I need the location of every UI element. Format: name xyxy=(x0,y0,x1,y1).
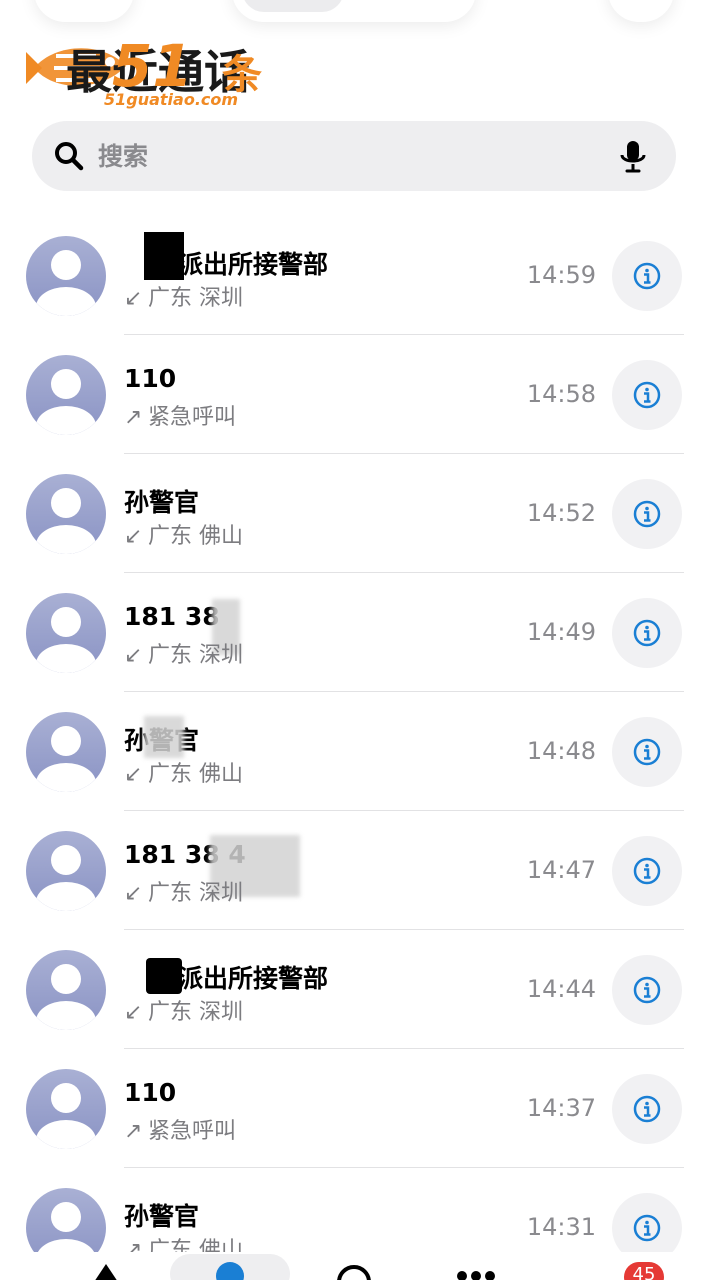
keypad-tab-icon[interactable] xyxy=(454,1262,498,1280)
segment-selected[interactable] xyxy=(242,0,344,12)
contact-avatar xyxy=(26,593,106,673)
call-row[interactable]: 181 38 ↙ 广东 深圳 14:49 xyxy=(0,573,708,692)
incoming-arrow-icon: ↙ xyxy=(124,524,143,549)
call-subtitle: ↙ 广东 深圳 xyxy=(124,286,243,311)
call-subtitle: ↗ 紧急呼叫 xyxy=(124,405,237,430)
incoming-arrow-icon: ↙ xyxy=(124,881,143,906)
caller-name: 派出所接警部 xyxy=(178,964,329,993)
call-time: 14:52 xyxy=(526,499,596,527)
info-icon xyxy=(633,381,661,409)
info-button[interactable] xyxy=(612,1074,682,1144)
caller-name: 110 xyxy=(124,364,177,393)
info-button[interactable] xyxy=(612,479,682,549)
caller-name: 派出所接警部 xyxy=(178,250,329,279)
call-time: 14:59 xyxy=(526,261,596,289)
caller-name: 181 38 xyxy=(124,602,220,631)
info-button[interactable] xyxy=(612,836,682,906)
outgoing-arrow-icon: ↗ xyxy=(124,405,143,430)
segmented-control[interactable] xyxy=(232,0,476,22)
call-row[interactable]: 孙警官 ↙ 广东 佛山 14:52 xyxy=(0,454,708,573)
call-subtitle: ↙ 广东 佛山 xyxy=(124,762,243,787)
info-button[interactable] xyxy=(612,598,682,668)
call-subtitle: ↙ 广东 深圳 xyxy=(124,643,243,668)
info-icon xyxy=(633,262,661,290)
info-icon xyxy=(633,1095,661,1123)
call-time: 14:31 xyxy=(526,1213,596,1241)
tab-bar xyxy=(0,1252,708,1280)
outgoing-arrow-icon: ↗ xyxy=(124,1119,143,1144)
redaction-block xyxy=(144,232,184,280)
call-row[interactable]: 110 ↗ 紧急呼叫 14:58 xyxy=(0,335,708,454)
info-icon xyxy=(633,976,661,1004)
info-icon xyxy=(633,738,661,766)
recents-screen: 最近通话 51 条 51guatiao.com 派出所接警部 ↙广东 深圳 14… xyxy=(0,0,708,1280)
call-row[interactable]: 110 ↗ 紧急呼叫 14:37 xyxy=(0,1049,708,1168)
info-button[interactable] xyxy=(612,241,682,311)
redaction-block xyxy=(146,958,182,994)
call-time: 14:37 xyxy=(526,1094,596,1122)
voicemail-badge: 45 xyxy=(624,1262,664,1280)
call-subtitle: ↙ 广东 佛山 xyxy=(124,524,243,549)
microphone-icon[interactable] xyxy=(618,139,648,175)
call-time: 14:47 xyxy=(526,856,596,884)
info-button[interactable] xyxy=(612,955,682,1025)
info-button[interactable] xyxy=(612,717,682,787)
watermark-url: 51guatiao.com xyxy=(104,90,239,109)
info-icon xyxy=(633,619,661,647)
caller-name: 110 xyxy=(124,1078,177,1107)
contacts-tab-icon[interactable] xyxy=(336,1262,372,1280)
call-row[interactable]: 孙警官 ↙广东 佛山 14:48 xyxy=(0,692,708,811)
call-row[interactable]: 派出所接警部 ↙ 广东 深圳 14:59 xyxy=(0,216,708,335)
recents-tab-icon[interactable] xyxy=(170,1254,290,1280)
incoming-arrow-icon: ↙ xyxy=(124,762,143,787)
call-row[interactable]: 181 38 4 ↙ 广东 深圳 14:47 xyxy=(0,811,708,930)
call-row[interactable]: 派出所接警部 ↙ 广东 深圳 14:44 xyxy=(0,930,708,1049)
favorites-tab-icon[interactable] xyxy=(92,1262,120,1280)
search-input[interactable] xyxy=(94,133,614,179)
edit-pill[interactable] xyxy=(608,0,674,22)
call-subtitle: ↙ 广东 深圳 xyxy=(124,1000,243,1025)
call-subtitle: ↗ 紧急呼叫 xyxy=(124,1119,237,1144)
info-icon xyxy=(633,1214,661,1242)
contact-avatar xyxy=(26,950,106,1030)
caller-name: 孙警官 xyxy=(124,488,200,517)
contact-avatar xyxy=(26,1069,106,1149)
call-time: 14:49 xyxy=(526,618,596,646)
contact-avatar xyxy=(26,474,106,554)
watermark-logo: 最近通话 51 条 51guatiao.com xyxy=(26,32,286,112)
call-subtitle: ↙ 广东 深圳 xyxy=(124,881,243,906)
incoming-arrow-icon: ↙ xyxy=(124,1000,143,1025)
contact-avatar xyxy=(26,236,106,316)
contact-avatar xyxy=(26,831,106,911)
info-icon xyxy=(633,500,661,528)
incoming-arrow-icon: ↙ xyxy=(124,643,143,668)
call-time: 14:58 xyxy=(526,380,596,408)
info-icon xyxy=(633,857,661,885)
call-time: 14:48 xyxy=(526,737,596,765)
blur-mask xyxy=(144,716,184,758)
contact-avatar xyxy=(26,712,106,792)
incoming-arrow-icon: ↙ xyxy=(124,286,143,311)
search-icon xyxy=(55,142,84,171)
call-time: 14:44 xyxy=(526,975,596,1003)
info-button[interactable] xyxy=(612,360,682,430)
caller-name: 孙警官 xyxy=(124,1202,200,1231)
search-bar[interactable] xyxy=(32,121,676,191)
contact-avatar xyxy=(26,355,106,435)
filter-pill-left[interactable] xyxy=(34,0,134,22)
